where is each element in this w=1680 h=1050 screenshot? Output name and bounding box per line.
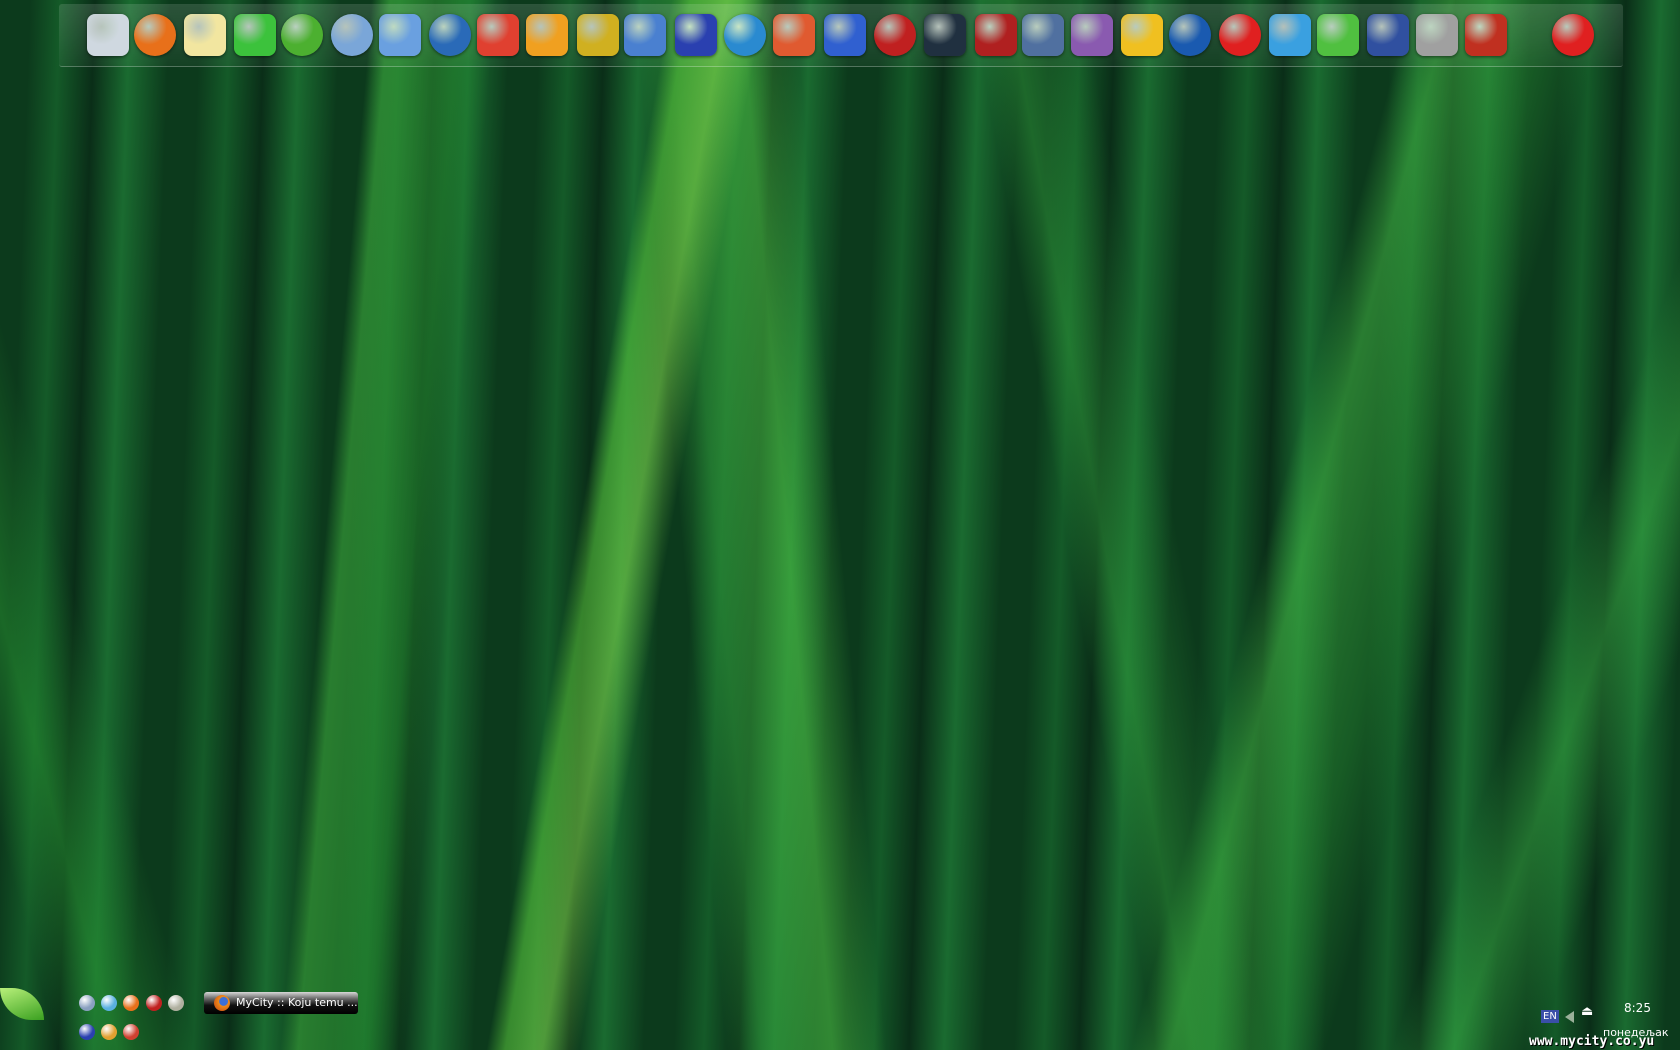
close-x-icon[interactable] [975, 14, 1017, 56]
desktop-wallpaper [0, 0, 1680, 1050]
clock-time[interactable]: 8:25 [1624, 1001, 1651, 1015]
globe-icon[interactable] [724, 14, 766, 56]
taskbar-button-mycity[interactable]: MyCity :: Koju temu ... [204, 992, 358, 1014]
dock-bar [59, 4, 1623, 67]
icq-icon[interactable] [234, 14, 276, 56]
utorrent-icon[interactable] [281, 14, 323, 56]
messenger-icon[interactable] [379, 14, 421, 56]
tray-expand-icon[interactable] [1565, 1011, 1574, 1023]
quicklaunch-floppy-save-icon[interactable] [79, 1024, 95, 1040]
skype-figure-icon[interactable] [1317, 14, 1359, 56]
language-indicator[interactable]: EN [1541, 1010, 1559, 1023]
quicklaunch-desktop-icon[interactable] [168, 995, 184, 1011]
quicklaunch-network-icon[interactable] [101, 995, 117, 1011]
floppy-save-icon[interactable] [675, 14, 717, 56]
quicklaunch-nero-icon[interactable] [146, 995, 162, 1011]
window-manager-icon[interactable] [1367, 14, 1409, 56]
window-app-icon[interactable] [1022, 14, 1064, 56]
safari-icon[interactable] [331, 14, 373, 56]
winrar-icon[interactable] [1071, 14, 1113, 56]
quicklaunch-winamp-icon[interactable] [101, 1024, 117, 1040]
task-label: MyCity :: Koju temu ... [236, 996, 358, 1009]
stop-icon[interactable] [1219, 14, 1261, 56]
cube-app-icon[interactable] [773, 14, 815, 56]
paint-icon[interactable] [624, 14, 666, 56]
tools-icon[interactable] [1121, 14, 1163, 56]
media-player-icon[interactable] [429, 14, 471, 56]
quicklaunch-chrome-like-icon[interactable] [123, 1024, 139, 1040]
wifi-antenna-icon[interactable] [1465, 14, 1507, 56]
clock-icon[interactable] [924, 14, 966, 56]
quicklaunch-firefox-icon[interactable] [123, 995, 139, 1011]
video-editor-icon[interactable] [577, 14, 619, 56]
firefox-icon[interactable] [134, 14, 176, 56]
wii-icon[interactable] [1269, 14, 1311, 56]
blue-sphere-icon[interactable] [1169, 14, 1211, 56]
nero-icon[interactable] [874, 14, 916, 56]
notepad-icon[interactable] [184, 14, 226, 56]
blocks-icon[interactable] [824, 14, 866, 56]
chart-app-icon[interactable] [477, 14, 519, 56]
eject-icon[interactable]: ⏏ [1581, 1004, 1593, 1019]
watermark: www.mycity.co.yu [1529, 1034, 1655, 1049]
disk-drive-icon[interactable] [1416, 14, 1458, 56]
stop-icon[interactable] [1552, 14, 1594, 56]
firefox-icon [214, 995, 230, 1011]
quicklaunch-safari-icon[interactable] [79, 995, 95, 1011]
my-computer-icon[interactable] [87, 14, 129, 56]
winamp-icon[interactable] [526, 14, 568, 56]
